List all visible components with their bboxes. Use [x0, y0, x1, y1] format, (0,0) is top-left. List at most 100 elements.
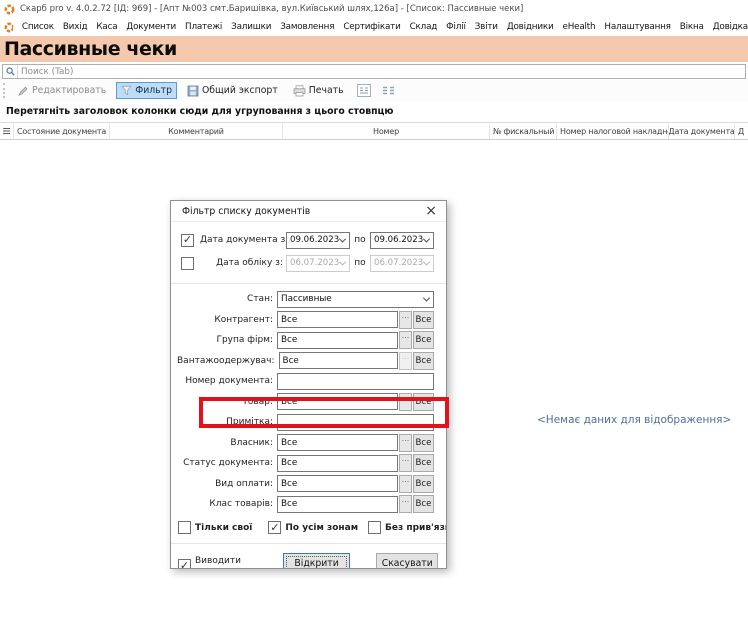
- all-button[interactable]: Все: [413, 331, 434, 349]
- menu-item-12[interactable]: eHealth: [563, 22, 596, 32]
- browse-button-disabled: ...: [399, 352, 412, 370]
- group-by-hint: Перетягніть заголовок колонки сюди для у…: [0, 101, 748, 122]
- browse-button[interactable]: ...: [399, 434, 412, 452]
- vantazhooderzhuvach-input[interactable]: Все: [279, 352, 398, 369]
- all-button[interactable]: Все: [413, 454, 434, 472]
- nomer-dokumenta-input[interactable]: [277, 373, 434, 390]
- field-status-dokumenta: Статус документа: Все ... Все: [177, 453, 434, 474]
- search-box[interactable]: [2, 64, 746, 79]
- fiscal-display-button[interactable]: [354, 81, 374, 100]
- menu-item-3[interactable]: Документи: [126, 22, 176, 32]
- doc-date-to-select[interactable]: 09.06.2023: [370, 232, 434, 249]
- menu-item-13[interactable]: Налаштування: [604, 22, 670, 32]
- menu-item-0[interactable]: Список: [22, 22, 54, 32]
- stan-select[interactable]: Пассивные: [277, 291, 434, 308]
- field-nomer-dokumenta: Номер документа:: [177, 371, 434, 392]
- all-button[interactable]: Все: [413, 495, 434, 513]
- menu-item-11[interactable]: Довідники: [507, 22, 554, 32]
- print-button[interactable]: Печать: [288, 82, 349, 100]
- search-input[interactable]: [18, 67, 745, 77]
- chevron-down-icon: [339, 235, 346, 242]
- save-icon: [187, 85, 199, 97]
- grupa-firm-input[interactable]: Все: [277, 332, 398, 349]
- menu-item-4[interactable]: Платежі: [185, 22, 222, 32]
- status-dokumenta-input[interactable]: Все: [277, 455, 398, 472]
- export-button[interactable]: Общий экспорт: [182, 82, 283, 100]
- open-button[interactable]: Відкрити: [283, 553, 351, 570]
- chevron-down-icon: [423, 235, 430, 242]
- account-date-to-select[interactable]: 06.07.2023: [370, 255, 434, 272]
- menu-item-7[interactable]: Сертифікати: [343, 22, 400, 32]
- menu-item-6[interactable]: Замовлення: [280, 22, 334, 32]
- column-header-tax-invoice[interactable]: Номер налоговой накладной: [557, 123, 669, 139]
- dialog-title: Фільтр списку документів: [182, 206, 310, 217]
- filter-button[interactable]: Фильтр: [116, 82, 177, 99]
- doc-date-checkbox[interactable]: [181, 234, 194, 247]
- doc-date-from-select[interactable]: 09.06.2023: [286, 232, 350, 249]
- column-header-number[interactable]: Номер: [283, 123, 490, 139]
- columns-button[interactable]: [379, 83, 398, 99]
- browse-button[interactable]: ...: [399, 311, 412, 329]
- kontragent-input[interactable]: Все: [277, 311, 398, 328]
- field-stan: Стан: Пассивные: [177, 289, 434, 310]
- menu-item-9[interactable]: Філії: [446, 22, 466, 32]
- account-date-from-select[interactable]: 06.07.2023: [286, 255, 350, 272]
- all-button[interactable]: Все: [413, 434, 434, 452]
- doc-date-label: Дата документа з:: [200, 235, 286, 245]
- browse-button[interactable]: ...: [399, 475, 412, 493]
- field-vantazhooderzhuvach: Вантажоодержувач: Все ... Все: [177, 351, 434, 372]
- account-date-label: Дата обліку з:: [200, 258, 286, 268]
- only-own-option[interactable]: Тільки свої: [178, 521, 252, 534]
- klas-tovariv-input[interactable]: Все: [277, 496, 398, 513]
- only-own-checkbox[interactable]: [178, 521, 191, 534]
- browse-button[interactable]: ...: [399, 495, 412, 513]
- menu-bar: Список Вихід Каса Документи Платежі Зали…: [0, 18, 748, 36]
- date-between-label: по: [353, 258, 367, 268]
- vlasnyk-input[interactable]: Все: [277, 434, 398, 451]
- field-vlasnyk: Власник: Все ... Все: [177, 433, 434, 454]
- field-klas-tovariv: Клас товарів: Все ... Все: [177, 494, 434, 515]
- column-header-fiscal-number[interactable]: № фискальный: [490, 123, 557, 139]
- column-header-cut[interactable]: Д: [735, 123, 748, 139]
- search-row: [0, 62, 748, 80]
- dialog-footer: Виводити завжди Відкрити Скасувати: [171, 543, 446, 570]
- browse-button[interactable]: ...: [399, 331, 412, 349]
- app-logo-icon: [4, 4, 15, 15]
- field-kontragent: Контрагент: Все ... Все: [177, 310, 434, 331]
- date-between-label: по: [353, 235, 367, 245]
- no-cash-link-option[interactable]: Без прив'язки до каси: [368, 521, 446, 534]
- column-header-comment[interactable]: Комментарий: [110, 123, 283, 139]
- menu-item-8[interactable]: Склад: [410, 22, 438, 32]
- close-icon[interactable]: ×: [425, 205, 437, 217]
- cancel-button[interactable]: Скасувати: [376, 553, 438, 570]
- always-show-checkbox[interactable]: [178, 559, 191, 569]
- menu-item-10[interactable]: Звіти: [475, 22, 498, 32]
- field-vyd-oplaty: Вид оплати: Все ... Все: [177, 474, 434, 495]
- always-show-option[interactable]: Виводити завжди: [178, 556, 270, 570]
- all-button[interactable]: Все: [413, 475, 434, 493]
- menu-item-14[interactable]: Вікна: [680, 22, 704, 32]
- account-date-row: Дата обліку з: 06.07.2023 по 06.07.2023: [181, 253, 434, 273]
- column-header-status[interactable]: Состояние документа: [14, 123, 110, 139]
- all-button[interactable]: Все: [413, 311, 434, 329]
- column-header-doc-date[interactable]: Дата документа: [669, 123, 735, 139]
- menu-item-5[interactable]: Залишки: [231, 22, 271, 32]
- browse-button[interactable]: ...: [399, 454, 412, 472]
- title-bar: Скарб pro v. 4.0.2.72 [ІД: 969] - [Апт №…: [0, 0, 748, 18]
- columns-icon: [382, 86, 395, 96]
- account-date-checkbox[interactable]: [181, 257, 194, 270]
- column-chooser-icon[interactable]: [0, 123, 14, 139]
- date-filter-section: Дата документа з: 09.06.2023 по 09.06.20…: [171, 222, 446, 284]
- no-cash-link-checkbox[interactable]: [368, 521, 381, 534]
- vyd-oplaty-input[interactable]: Все: [277, 475, 398, 492]
- chevron-down-icon: [423, 294, 430, 301]
- all-zones-option[interactable]: По усім зонам: [268, 521, 358, 534]
- pencil-icon: [17, 85, 29, 97]
- edit-button[interactable]: Редактировать: [12, 82, 111, 100]
- menu-item-15[interactable]: Довідка: [713, 22, 748, 32]
- all-button[interactable]: Все: [413, 352, 434, 370]
- field-grupa-firm: Група фірм: Все ... Все: [177, 330, 434, 351]
- menu-item-1[interactable]: Вихід: [63, 22, 87, 32]
- menu-item-2[interactable]: Каса: [96, 22, 117, 32]
- all-zones-checkbox[interactable]: [268, 521, 281, 534]
